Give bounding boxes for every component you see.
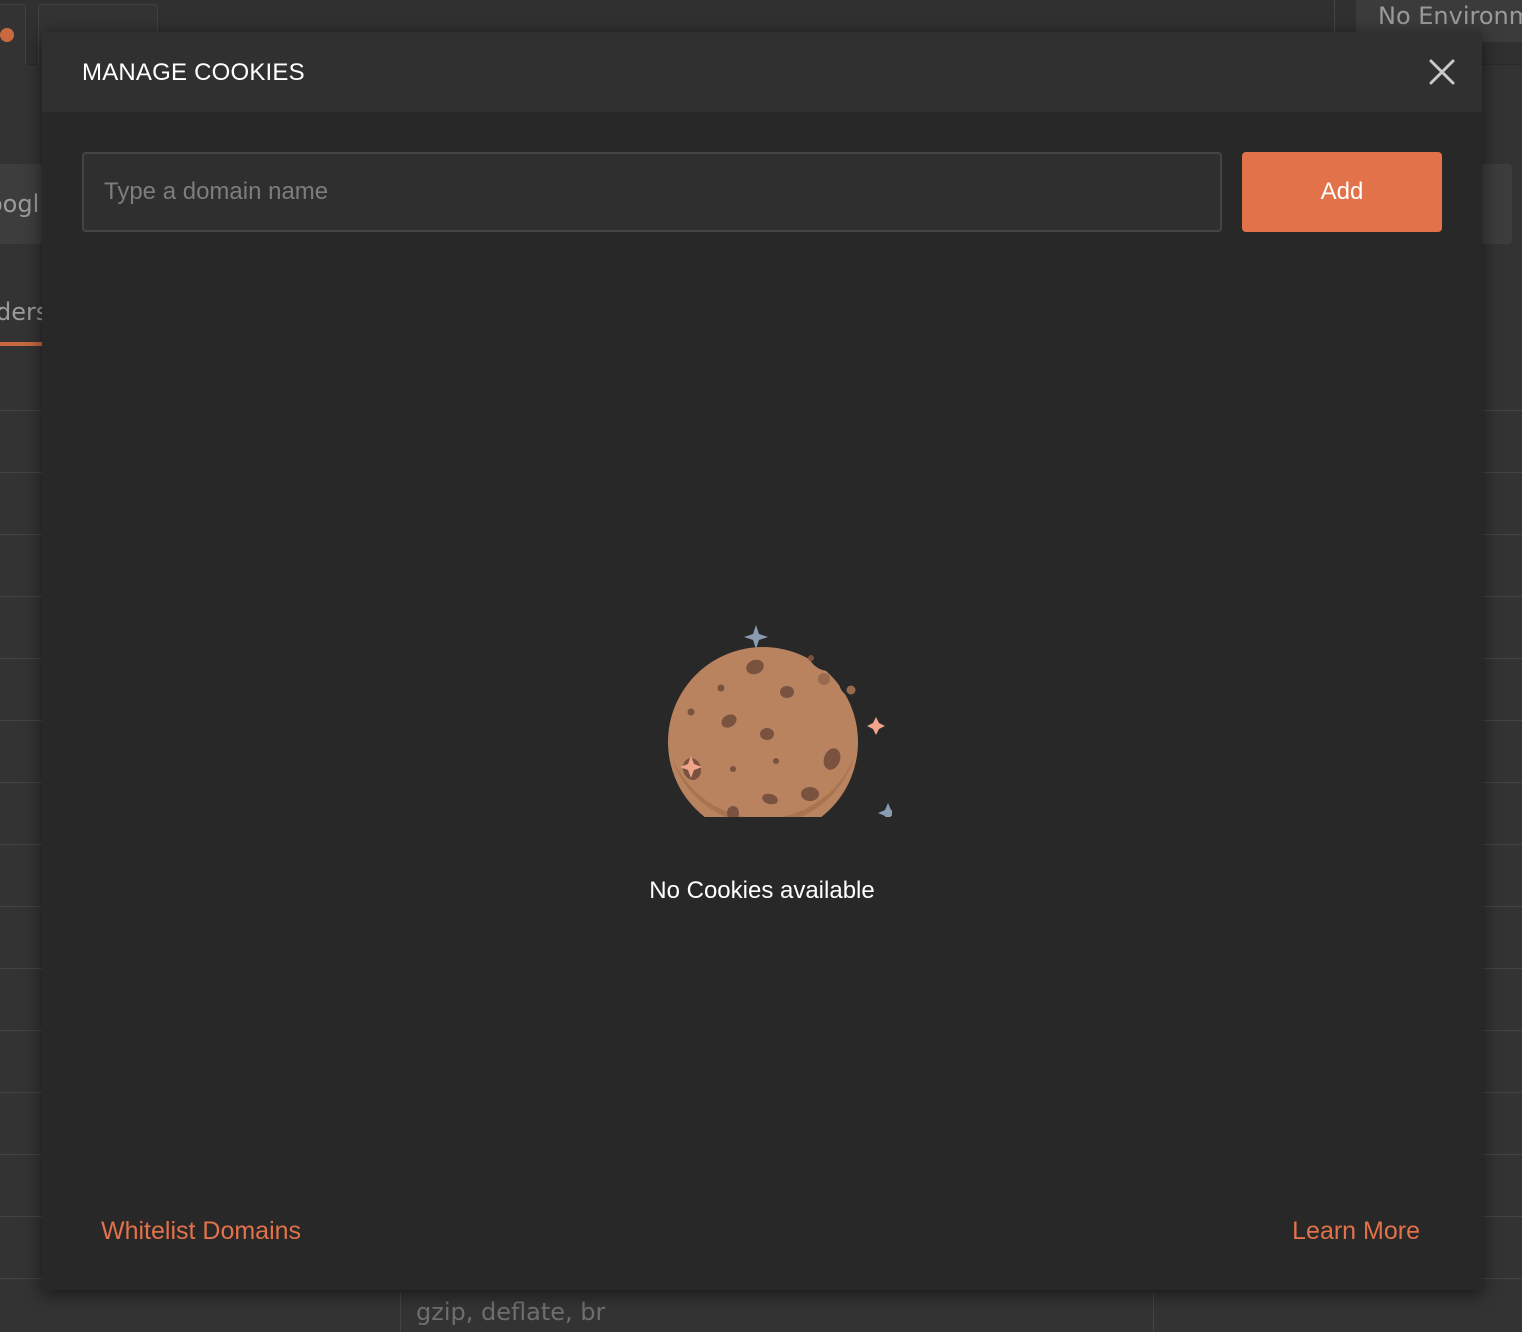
domain-name-input[interactable] <box>82 152 1222 232</box>
add-button[interactable]: Add <box>1242 152 1442 232</box>
cookie-icon <box>668 625 898 837</box>
close-button[interactable] <box>1424 54 1460 90</box>
modal-title: MANAGE COOKIES <box>82 59 305 86</box>
modal-header: MANAGE COOKIES <box>42 32 1482 112</box>
active-tab-indicator <box>0 342 42 346</box>
unsaved-indicator-icon <box>0 28 14 42</box>
learn-more-link[interactable]: Learn More <box>1292 1214 1420 1248</box>
cookie-illustration <box>632 587 898 837</box>
empty-state-message: No Cookies available <box>649 877 875 904</box>
close-icon <box>1429 59 1455 85</box>
header-value-cell[interactable]: gzip, deflate, br <box>400 1292 1154 1332</box>
manage-cookies-modal: MANAGE COOKIES Add <box>42 32 1482 1290</box>
whitelist-domains-link[interactable]: Whitelist Domains <box>101 1214 301 1248</box>
